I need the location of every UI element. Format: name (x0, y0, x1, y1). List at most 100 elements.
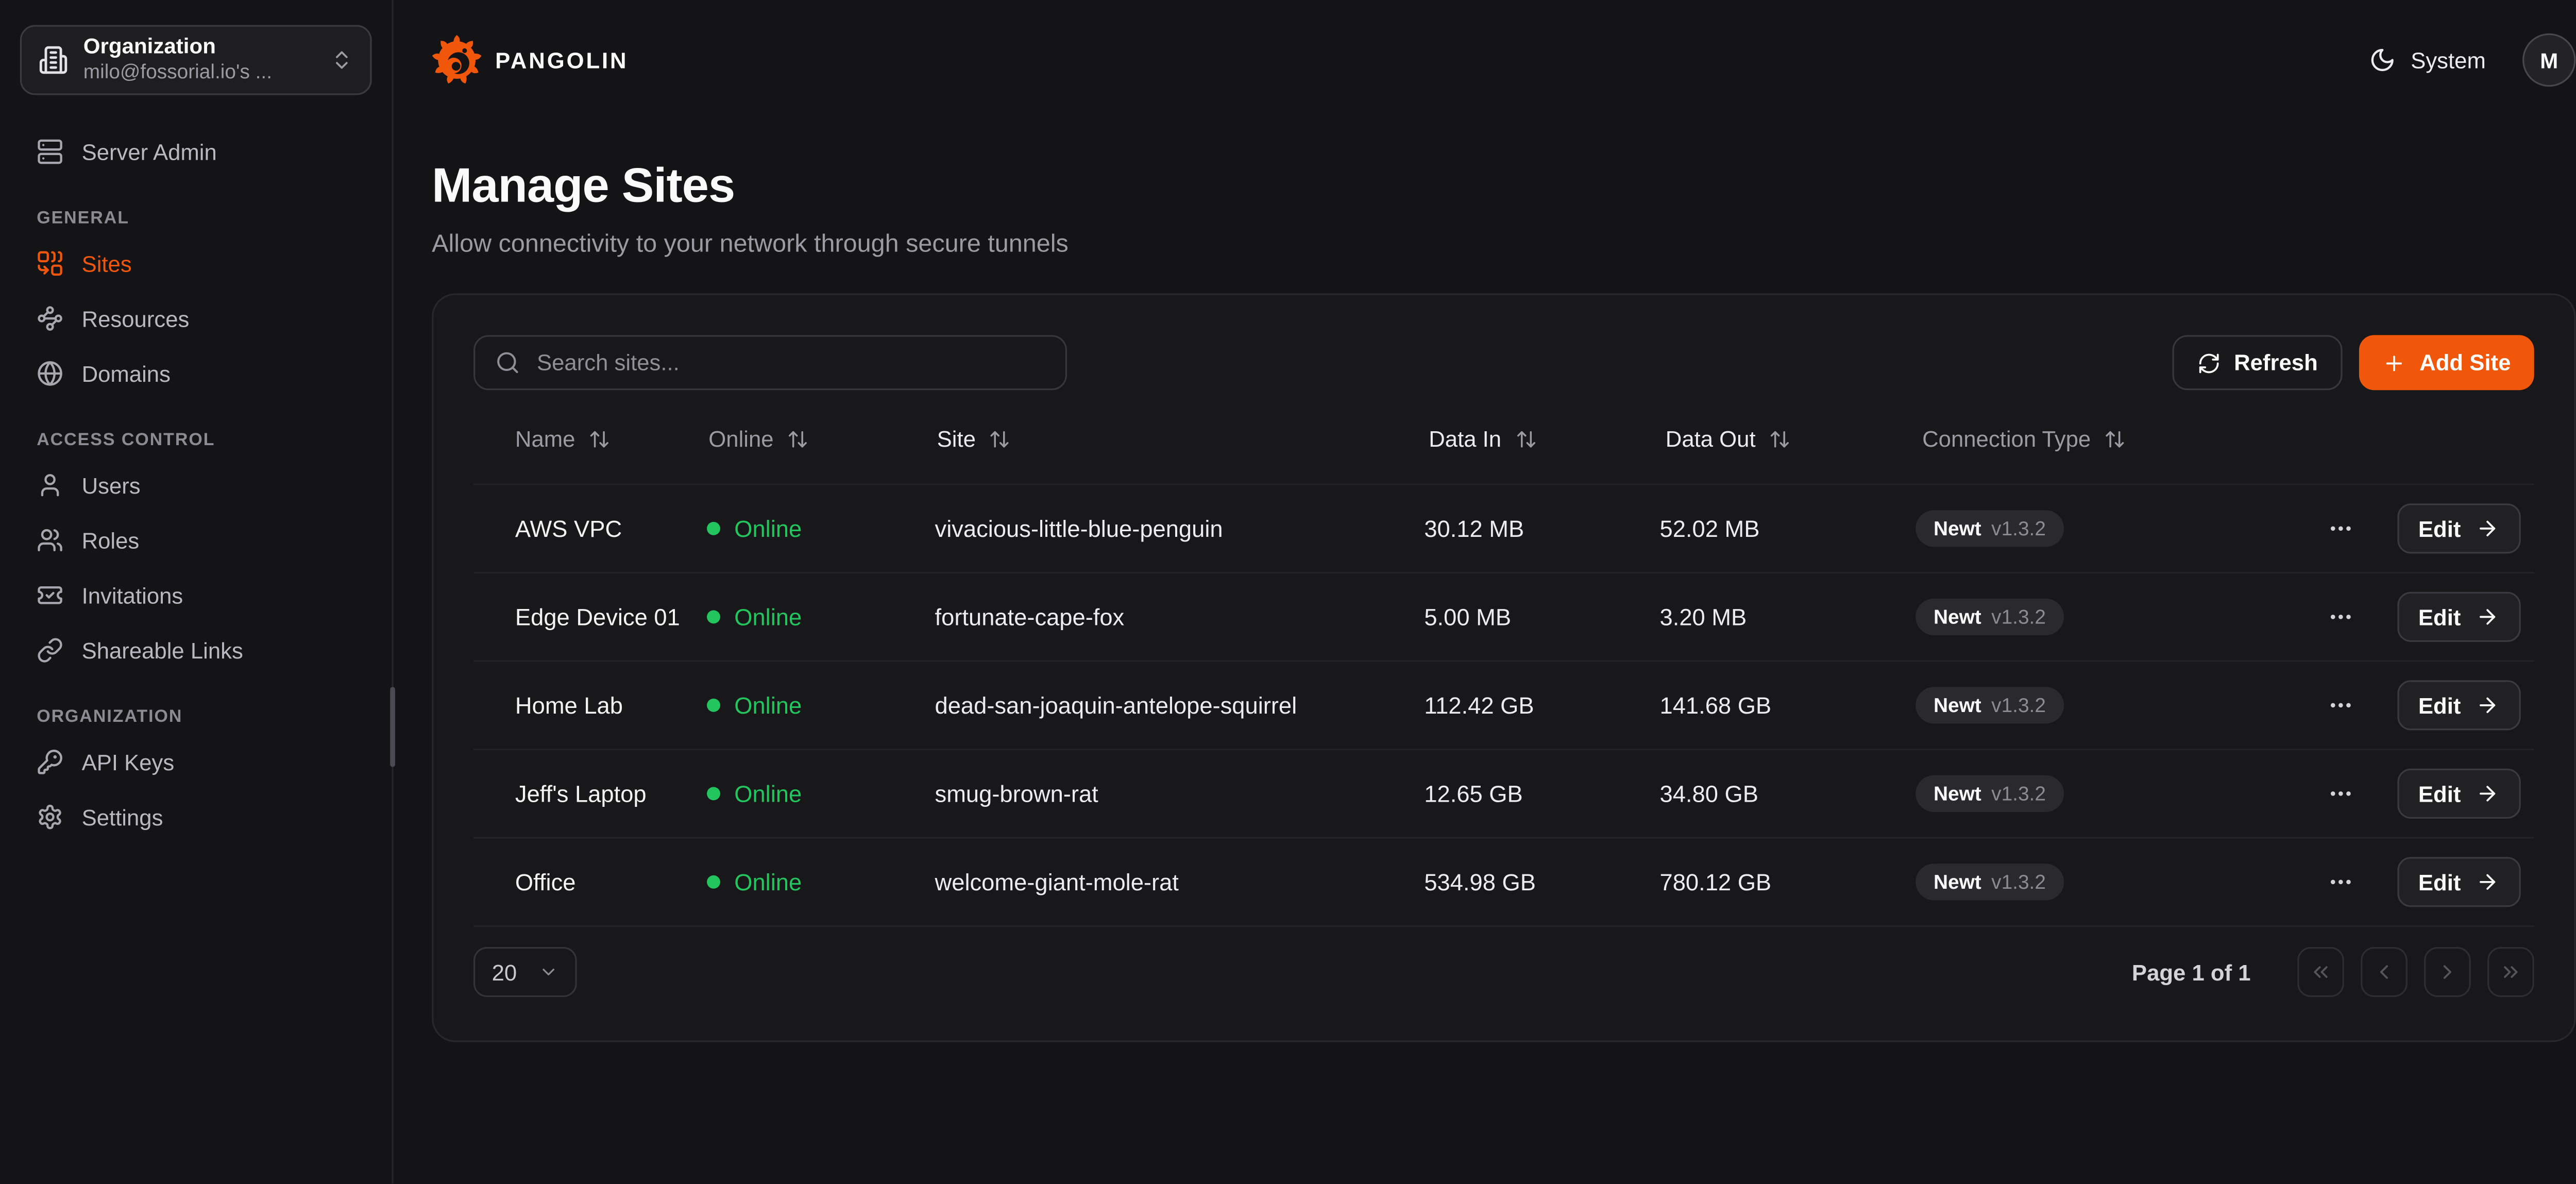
sidebar-item-api-keys[interactable]: API Keys (20, 740, 372, 784)
data-out-value: 141.68 GB (1660, 692, 1916, 719)
online-dot-icon (707, 875, 721, 889)
connection-type-cell: Newtv1.3.2 (1915, 775, 2323, 812)
row-menu-button[interactable] (2323, 865, 2357, 899)
connection-badge: Newtv1.3.2 (1915, 687, 2064, 723)
online-dot-icon (707, 610, 721, 623)
add-site-button[interactable]: Add Site (2360, 335, 2534, 390)
row-menu-button[interactable] (2323, 777, 2357, 810)
theme-toggle[interactable]: System (2369, 47, 2486, 74)
arrow-right-icon (2476, 694, 2499, 717)
sidebar-item-resources[interactable]: Resources (20, 297, 372, 340)
search-box[interactable] (473, 335, 1067, 390)
connection-type-cell: Newtv1.3.2 (1915, 687, 2323, 723)
brand: PANGOLIN (432, 35, 628, 85)
org-subtitle: milo@fossorial.io's ... (83, 61, 315, 87)
page-content: Manage Sites Allow connectivity to your … (394, 120, 2576, 1042)
table-row: Office Online welcome-giant-mole-rat 534… (473, 837, 2534, 925)
sort-icon (1769, 428, 1790, 449)
site-slug: smug-brown-rat (935, 780, 1425, 807)
row-actions: Edit (2323, 857, 2534, 907)
sidebar-item-roles[interactable]: Roles (20, 518, 372, 562)
site-slug: welcome-giant-mole-rat (935, 869, 1425, 895)
column-header-data-in[interactable]: Data In (1429, 426, 1536, 451)
chevrons-up-down-icon (330, 48, 353, 72)
edit-button[interactable]: Edit (2397, 857, 2521, 907)
row-menu-button[interactable] (2323, 688, 2357, 722)
sidebar-item-domains[interactable]: Domains (20, 352, 372, 395)
online-dot-icon (707, 699, 721, 712)
table-row: Home Lab Online dead-san-joaquin-antelop… (473, 660, 2534, 749)
sidebar-item-shareable-links[interactable]: Shareable Links (20, 629, 372, 672)
table-row: Jeff's Laptop Online smug-brown-rat 12.6… (473, 749, 2534, 837)
table-body: AWS VPC Online vivacious-little-blue-pen… (473, 483, 2534, 927)
data-out-value: 780.12 GB (1660, 869, 1916, 895)
data-in-value: 5.00 MB (1424, 603, 1659, 630)
page-size-value: 20 (492, 959, 517, 985)
column-header-online[interactable]: Online (708, 426, 808, 451)
edit-button[interactable]: Edit (2397, 769, 2521, 819)
sidebar-item-settings[interactable]: Settings (20, 796, 372, 839)
search-input[interactable] (537, 350, 1045, 376)
site-status: Online (707, 515, 935, 542)
combine-icon (37, 250, 63, 277)
site-name: Office (473, 869, 707, 895)
row-menu-button[interactable] (2323, 600, 2357, 634)
edit-button[interactable]: Edit (2397, 592, 2521, 642)
edit-button[interactable]: Edit (2397, 503, 2521, 553)
edit-button[interactable]: Edit (2397, 680, 2521, 730)
site-name: Home Lab (473, 692, 707, 719)
page-size-select[interactable]: 20 (473, 947, 577, 997)
sites-table: Name Online Site Data In Data Out Connec… (473, 394, 2534, 927)
sort-icon (1515, 428, 1536, 449)
column-header-data-out[interactable]: Data Out (1666, 426, 1791, 451)
table-header-row: Name Online Site Data In Data Out Connec… (473, 394, 2534, 484)
card-footer: 20 Page 1 of 1 (473, 947, 2534, 997)
connection-type-cell: Newtv1.3.2 (1915, 510, 2323, 547)
ellipsis-icon (2327, 603, 2353, 630)
online-dot-icon (707, 787, 721, 800)
section-label-access-control: ACCESS CONTROL (37, 430, 355, 450)
sidebar-resize-handle[interactable] (390, 687, 395, 767)
page-title: Manage Sites (432, 160, 2575, 215)
refresh-button[interactable]: Refresh (2172, 335, 2343, 390)
column-header-name[interactable]: Name (515, 426, 611, 451)
data-in-value: 112.42 GB (1424, 692, 1659, 719)
connection-type-cell: Newtv1.3.2 (1915, 599, 2323, 635)
sites-card: Refresh Add Site Name Online (432, 294, 2575, 1042)
chevron-down-icon (538, 962, 558, 982)
row-actions: Edit (2323, 769, 2534, 819)
avatar[interactable]: M (2522, 33, 2576, 87)
globe-icon (37, 360, 63, 387)
last-page-button[interactable] (2487, 947, 2534, 997)
sidebar-item-server-admin[interactable]: Server Admin (20, 130, 372, 173)
row-actions: Edit (2323, 680, 2534, 730)
sidebar-item-sites[interactable]: Sites (20, 242, 372, 285)
site-slug: fortunate-cape-fox (935, 603, 1425, 630)
topbar-right: System M (2369, 33, 2575, 87)
sidebar-item-label: Server Admin (82, 139, 217, 164)
sidebar-item-label: Domains (82, 361, 171, 386)
add-site-label: Add Site (2419, 350, 2511, 376)
data-in-value: 30.12 MB (1424, 515, 1659, 542)
arrow-right-icon (2476, 517, 2499, 540)
org-switcher[interactable]: Organization milo@fossorial.io's ... (20, 25, 372, 95)
sidebar-item-label: Settings (82, 804, 163, 830)
sidebar-item-invitations[interactable]: Invitations (20, 573, 372, 617)
moon-icon (2369, 47, 2396, 74)
column-header-connection-type[interactable]: Connection Type (1922, 426, 2126, 451)
key-icon (37, 749, 63, 775)
next-page-button[interactable] (2424, 947, 2471, 997)
sidebar-item-users[interactable]: Users (20, 464, 372, 507)
chevron-right-icon (2436, 960, 2459, 984)
sidebar: Organization milo@fossorial.io's ... Ser… (0, 0, 394, 1184)
row-menu-button[interactable] (2323, 512, 2357, 545)
arrow-right-icon (2476, 605, 2499, 629)
prev-page-button[interactable] (2361, 947, 2408, 997)
page-subtitle: Allow connectivity to your network throu… (432, 230, 2575, 259)
pagination: Page 1 of 1 (2132, 947, 2534, 997)
connection-badge: Newtv1.3.2 (1915, 510, 2064, 547)
first-page-button[interactable] (2297, 947, 2344, 997)
site-name: Jeff's Laptop (473, 780, 707, 807)
column-header-site[interactable]: Site (937, 426, 1011, 451)
refresh-label: Refresh (2234, 350, 2318, 376)
